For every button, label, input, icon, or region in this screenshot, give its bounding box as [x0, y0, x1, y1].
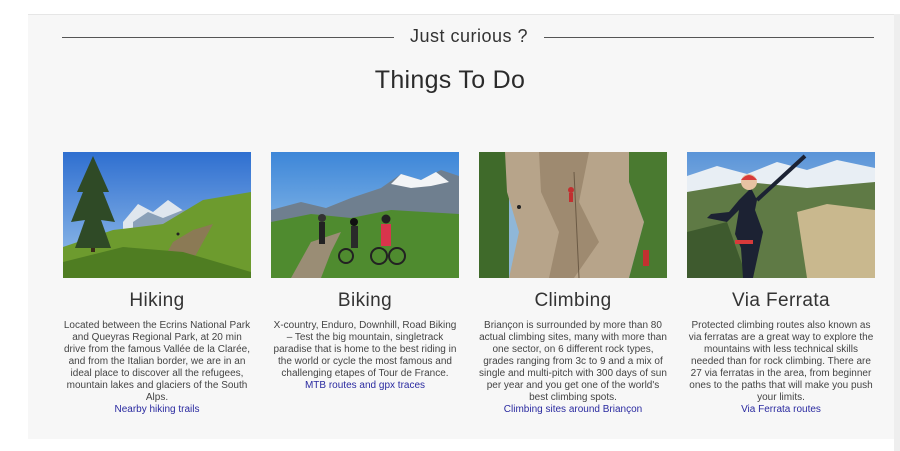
card-title-biking: Biking: [337, 290, 393, 311]
card-title-hiking: Hiking: [129, 290, 185, 311]
link-via-ferrata-routes[interactable]: Via Ferrata routes: [687, 404, 875, 416]
eyebrow-divider-left: [62, 37, 394, 38]
card-description-hiking: Located between the Ecrins National Park…: [63, 320, 251, 403]
via-ferrata-climber-photo: [687, 152, 875, 278]
card-description-climbing: Briançon is surrounded by more than 80 a…: [479, 320, 667, 403]
link-climbing-sites[interactable]: Climbing sites around Briançon: [479, 404, 667, 416]
card-title-via-ferrata: Via Ferrata: [731, 290, 831, 311]
card-via-ferrata: Via Ferrata Protected climbing routes al…: [687, 152, 875, 416]
hiking-trail-photo: [63, 152, 251, 278]
link-mtb-routes[interactable]: MTB routes and gpx traces: [271, 380, 459, 392]
card-title-climbing: Climbing: [534, 290, 612, 311]
section-eyebrow: Just curious ?: [409, 26, 529, 46]
card-biking: Biking X-country, Enduro, Downhill, Road…: [271, 152, 459, 392]
link-nearby-hiking-trails[interactable]: Nearby hiking trails: [63, 404, 251, 416]
card-climbing: Climbing Briançon is surrounded by more …: [479, 152, 667, 416]
eyebrow-divider-right: [544, 37, 874, 38]
rock-climbing-photo: [479, 152, 667, 278]
card-description-via-ferrata: Protected climbing routes also known as …: [688, 320, 874, 403]
mountain-bikers-photo: [271, 152, 459, 278]
card-hiking: Hiking Located between the Ecrins Nation…: [63, 152, 251, 416]
card-description-biking: X-country, Enduro, Downhill, Road Biking…: [273, 320, 457, 379]
section-eyebrow-row: Just curious ?: [62, 26, 874, 50]
section-title: Things To Do: [374, 66, 526, 94]
